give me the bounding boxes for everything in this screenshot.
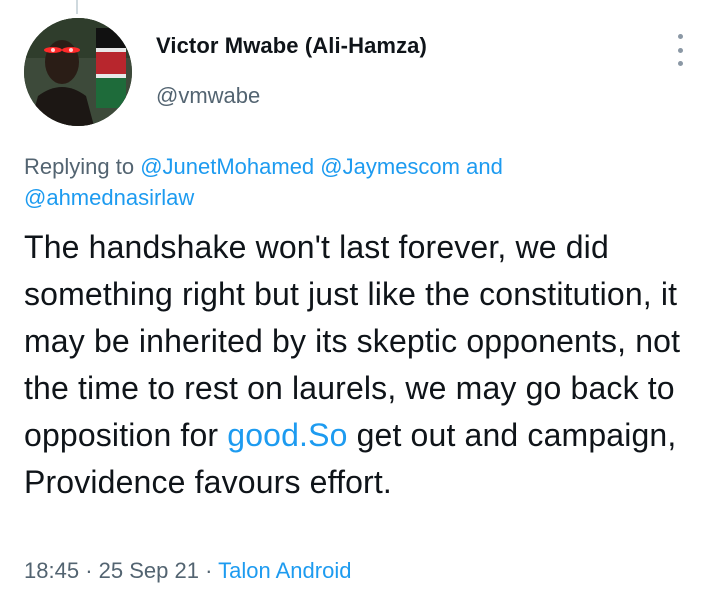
avatar[interactable] [24,18,132,126]
thread-line [76,0,78,14]
mention-link[interactable]: @Jaymescom [320,154,460,179]
meta-separator: · [205,558,213,583]
more-dot [677,34,683,39]
more-dot [677,61,683,66]
mention-link[interactable]: @JunetMohamed [140,154,314,179]
tweet-link[interactable]: good.So [227,417,347,453]
tweet-text: The handshake won't last forever, we did… [24,224,714,506]
mention-link[interactable]: @ahmednasirlaw [24,185,194,210]
author-handle[interactable]: @vmwabe [156,83,260,109]
tweet-source-link[interactable]: Talon Android [218,558,351,583]
reply-prefix: Replying to [24,154,141,179]
reply-others-link[interactable]: and [466,154,503,179]
reply-context: Replying to @JunetMohamed @Jaymescom and… [24,151,684,213]
more-dot [677,47,683,53]
tweet-time[interactable]: 18:45 [24,558,79,583]
meta-separator: · [85,558,93,583]
tweet-meta: 18:45 · 25 Sep 21 · Talon Android [24,558,351,584]
avatar-image [24,18,132,126]
more-vertical-icon[interactable] [670,34,690,66]
author-name[interactable]: Victor Mwabe (Ali-Hamza) [156,33,427,59]
tweet-date[interactable]: 25 Sep 21 [99,558,199,583]
